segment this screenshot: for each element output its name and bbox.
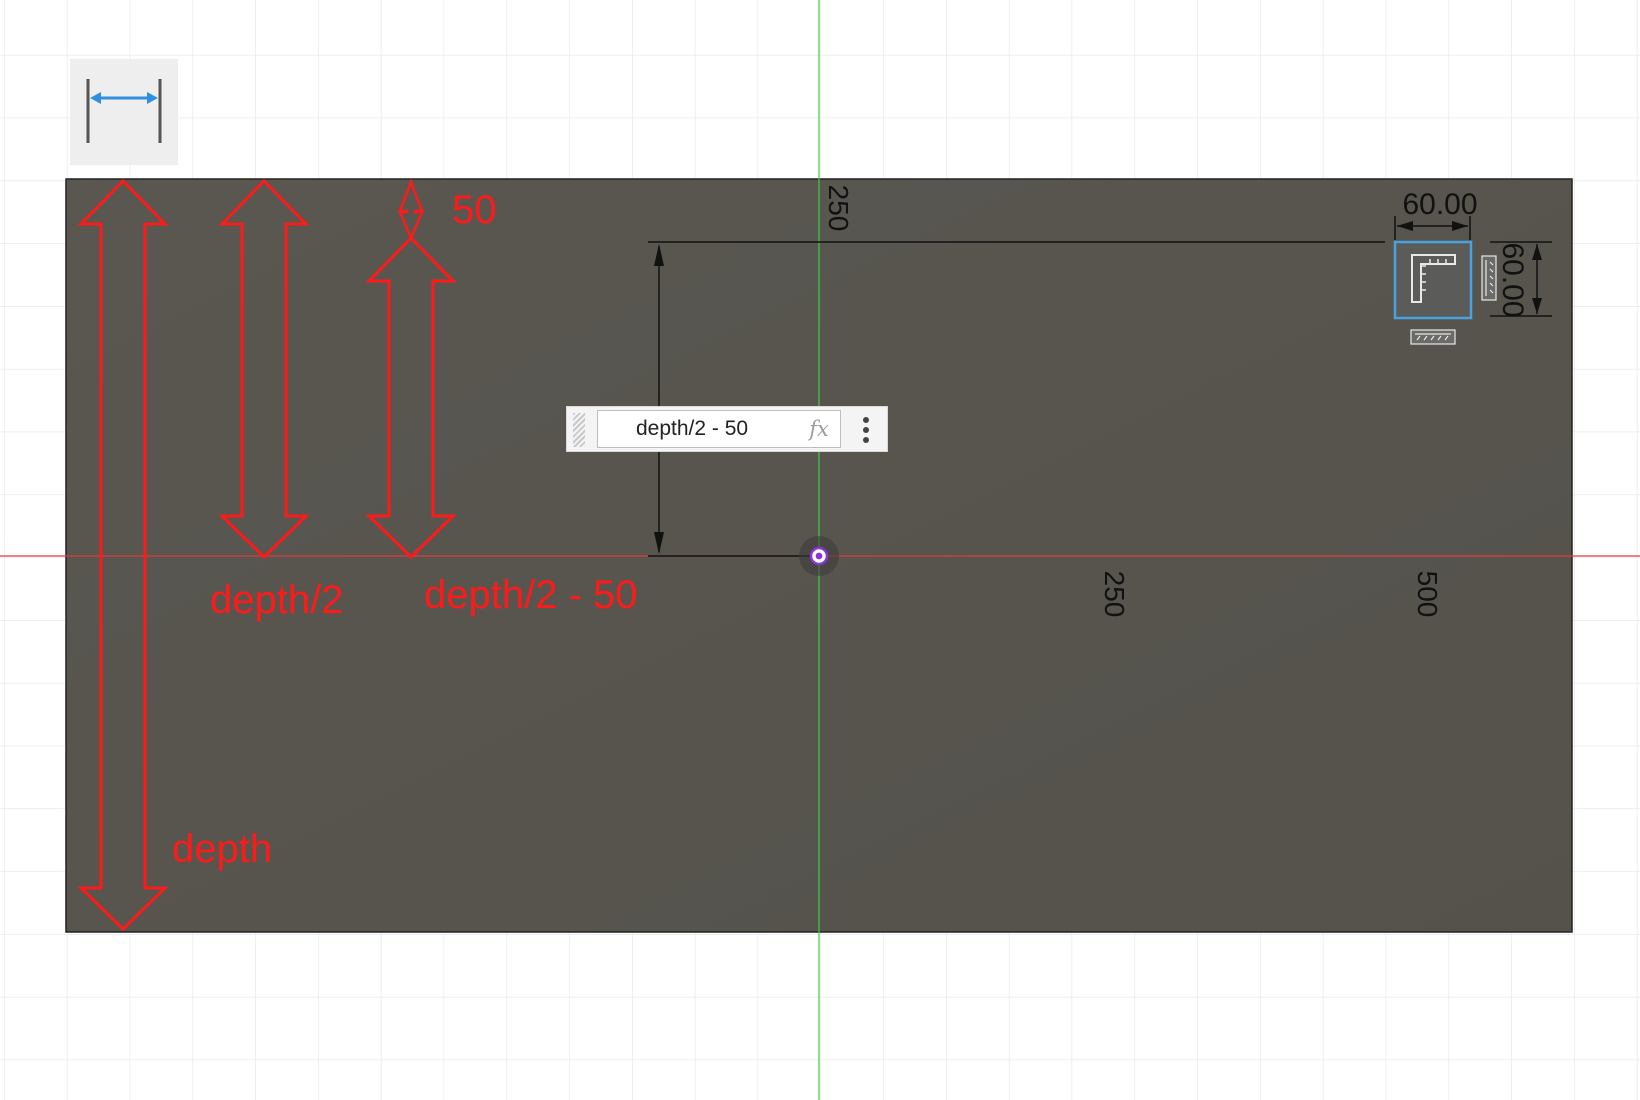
horizontal-constraint-icon[interactable] bbox=[1410, 329, 1456, 345]
more-vertical-icon[interactable] bbox=[855, 415, 877, 445]
small-square-width-label[interactable]: 60.00 bbox=[1402, 188, 1477, 221]
small-square-height-label[interactable]: 60.00 bbox=[1496, 242, 1529, 317]
annotation-depth: depth bbox=[172, 827, 272, 871]
vertical-constraint-icon[interactable] bbox=[1481, 255, 1497, 301]
fx-function-button[interactable]: fx bbox=[803, 415, 835, 443]
annotation-depth-half-minus-50: depth/2 - 50 bbox=[424, 573, 638, 617]
sketch-canvas[interactable]: 250 250 500 50 depth/2 depth/2 - 50 dept… bbox=[0, 0, 1640, 1100]
x-axis-label-500: 500 bbox=[1412, 571, 1443, 618]
y-axis-label-250: 250 bbox=[823, 185, 854, 232]
annotation-depth-half: depth/2 bbox=[210, 578, 343, 622]
horizontal-dimension-icon bbox=[86, 79, 162, 143]
x-axis-label-250: 250 bbox=[1099, 571, 1130, 618]
origin-point[interactable] bbox=[799, 536, 839, 576]
dimension-value-box[interactable]: fx bbox=[566, 406, 888, 452]
annotation-fifty: 50 bbox=[452, 188, 497, 232]
drag-handle[interactable] bbox=[573, 413, 585, 447]
small-square-feature[interactable] bbox=[1393, 240, 1473, 320]
sketch-dimension-tool-button[interactable] bbox=[70, 59, 178, 165]
